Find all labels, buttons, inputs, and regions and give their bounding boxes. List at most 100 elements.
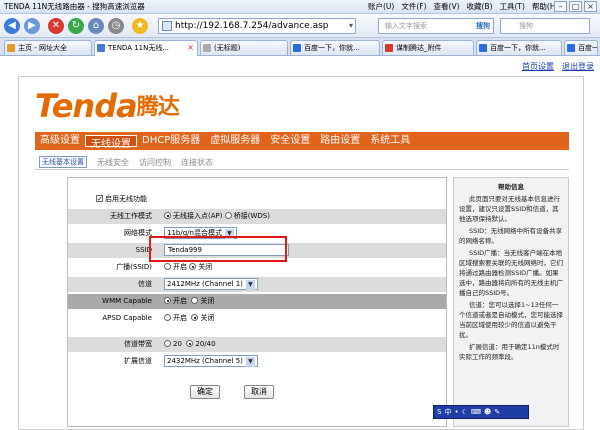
bw-20-radio[interactable]: [164, 340, 171, 347]
ime-user-icon[interactable]: ☻: [484, 408, 491, 416]
bw-2040-radio[interactable]: [186, 340, 194, 347]
apsd-off-label: 关闭: [200, 314, 215, 322]
forward-icon[interactable]: ▶: [24, 18, 40, 34]
help-title: 帮助信息: [498, 183, 524, 191]
help-p1: 此页面只要对无线基本信息进行设置，建议只设置SSID和信道，其他选项保持默认。: [459, 195, 560, 223]
menu-tools[interactable]: 工具(T): [500, 2, 525, 11]
apsd-on-radio[interactable]: [164, 314, 171, 321]
search-placeholder: 输入文字搜索: [385, 22, 427, 30]
history-icon[interactable]: ◷: [108, 18, 124, 34]
search-engine-label[interactable]: 搜狗: [476, 19, 490, 33]
mode-wds-label: 桥接(WDS): [233, 212, 270, 220]
mode-ap-radio[interactable]: [164, 212, 171, 219]
enable-wireless-checkbox[interactable]: [96, 192, 103, 207]
help-p3: SSID广播：当无线客户端在本地区域搜索要关联的无线网络时，它们将通过路由器检测…: [459, 249, 563, 297]
ext-channel-value: 2432MHz (Channel 5): [167, 357, 243, 365]
tab-baidu-3[interactable]: 百度一下，你就...: [564, 40, 598, 55]
nav-dhcp[interactable]: DHCP服务器: [137, 132, 205, 150]
tab-label: TENDA 11N无线...: [108, 44, 170, 52]
tab-home[interactable]: 主页 - 网址大全: [4, 40, 92, 55]
tab-icon: [479, 44, 487, 52]
bandwidth-label: 信道带宽: [124, 340, 152, 348]
tab-tenda[interactable]: TENDA 11N无线... ×: [94, 40, 198, 56]
nav-security[interactable]: 安全设置: [265, 132, 315, 150]
nav-system-tools[interactable]: 系统工具: [365, 132, 415, 150]
top-links: 首页设置 退出登录: [514, 61, 594, 72]
tab-label: 百度一下，你就...: [304, 44, 360, 52]
ime-chinese-icon[interactable]: 中: [444, 407, 451, 417]
channel-select[interactable]: 2412MHz (Channel 1) ▼: [164, 278, 258, 290]
nav-advanced[interactable]: 高级设置: [35, 132, 85, 150]
home-icon[interactable]: ⌂: [88, 18, 104, 34]
mode-row: 无线工作模式 无线接入点(AP) 桥接(WDS): [68, 209, 446, 224]
ext-channel-select[interactable]: 2432MHz (Channel 5) ▼: [164, 355, 258, 367]
window-title: TENDA 11N无线路由器 - 搜狗高速浏览器: [4, 2, 145, 11]
mode-label: 无线工作模式: [110, 212, 152, 220]
broadcast-on-label: 开启: [173, 263, 187, 271]
favorite-star-icon[interactable]: ★: [132, 18, 148, 34]
ime-logo-icon[interactable]: S: [437, 408, 441, 416]
wmm-off-radio[interactable]: [191, 297, 199, 304]
ime-tools-icon[interactable]: ✎: [494, 408, 500, 416]
menu-view[interactable]: 查看(V): [434, 2, 460, 11]
minimize-button[interactable]: –: [554, 1, 567, 12]
broadcast-on-radio[interactable]: [164, 263, 171, 270]
address-dropdown-icon[interactable]: ▾: [349, 19, 353, 33]
home-settings-link[interactable]: 首页设置: [522, 62, 554, 71]
tab-icon: [567, 44, 575, 52]
channel-row: 信道 2412MHz (Channel 1) ▼: [68, 277, 446, 292]
sogou-search-box[interactable]: 搜狗: [500, 18, 590, 34]
tab-label: 百度一下，你就...: [578, 44, 597, 52]
logout-link[interactable]: 退出登录: [562, 62, 594, 71]
navigation-toolbar: ◀ ▶ ✕ ↻ ⌂ ◷ ★ http://192.168.7.254/advan…: [0, 14, 600, 38]
apsd-off-radio[interactable]: [191, 314, 199, 321]
menu-account[interactable]: 账户(U): [368, 2, 394, 11]
close-tab-icon[interactable]: ×: [187, 41, 194, 55]
menu-file[interactable]: 文件(F): [401, 2, 426, 11]
tab-baidu-2[interactable]: 百度一下，你就...: [476, 40, 562, 55]
router-page: Tenda腾达 高级设置 无线设置 DHCP服务器 虚拟服务器 安全设置 路由设置 系统工具…: [18, 76, 584, 430]
mode-ap-label: 无线接入点(AP): [173, 212, 223, 220]
refresh-icon[interactable]: ↻: [68, 18, 84, 34]
mode-wds-radio[interactable]: [224, 212, 232, 219]
bw-2040-label: 20/40: [195, 340, 216, 348]
chevron-down-icon: ▼: [245, 280, 255, 290]
close-button[interactable]: ×: [584, 1, 597, 12]
ime-keyboard-icon[interactable]: ⌨: [471, 408, 481, 416]
enable-wireless-label: 启用无线功能: [105, 195, 147, 203]
tab-tenda-attachment[interactable]: 谋制腾达_附件: [382, 40, 474, 55]
title-bar: TENDA 11N无线路由器 - 搜狗高速浏览器 账户(U) 文件(F) 查看(V)…: [0, 0, 600, 14]
logo-brand: Tenda: [35, 87, 138, 125]
sub-nav: 无线基本设置 无线安全 访问控制 连接状态: [39, 156, 223, 168]
wmm-on-radio[interactable]: [164, 297, 171, 304]
ime-moon-icon[interactable]: ☾: [462, 408, 468, 416]
cancel-button[interactable]: 取消: [244, 385, 274, 399]
wmm-label: WMM Capable: [102, 297, 152, 305]
stop-icon[interactable]: ✕: [48, 18, 64, 34]
tab-icon: [385, 44, 393, 52]
ssid-highlight-box: [149, 236, 287, 262]
ok-button[interactable]: 确定: [190, 385, 220, 399]
subnav-security[interactable]: 无线安全: [97, 158, 129, 167]
broadcast-off-radio[interactable]: [189, 263, 197, 270]
wmm-off-label: 关闭: [200, 297, 215, 305]
subnav-basic[interactable]: 无线基本设置: [39, 156, 87, 168]
nav-routing[interactable]: 路由设置: [315, 132, 365, 150]
ime-toolbar[interactable]: S 中 • ☾ ⌨ ☻ ✎: [433, 405, 529, 419]
back-icon[interactable]: ◀: [4, 18, 20, 34]
ime-punct-icon[interactable]: •: [454, 408, 458, 416]
nav-virtual-server[interactable]: 虚拟服务器: [205, 132, 265, 150]
nav-wireless[interactable]: 无线设置: [85, 134, 137, 150]
tab-icon: [7, 44, 15, 52]
tab-untitled[interactable]: (无标题): [200, 40, 288, 55]
subnav-status[interactable]: 连接状态: [181, 158, 213, 167]
broadcast-label: 广播(SSID): [116, 263, 152, 271]
broadcast-row: 广播(SSID) 开启 关闭: [68, 260, 446, 275]
tab-baidu-1[interactable]: 百度一下，你就...: [290, 40, 380, 55]
address-bar[interactable]: http://192.168.7.254/advance.asp ▾: [158, 18, 356, 34]
menu-favorites[interactable]: 收藏(B): [467, 2, 493, 11]
subnav-access-control[interactable]: 访问控制: [139, 158, 171, 167]
maximize-button[interactable]: □: [569, 1, 582, 12]
search-input[interactable]: 输入文字搜索 搜狗: [378, 18, 494, 34]
help-p4: 信道：您可以选择1~13任何一个信道或者是自动模式，您可能选择当前区域使用较少的…: [459, 301, 563, 339]
